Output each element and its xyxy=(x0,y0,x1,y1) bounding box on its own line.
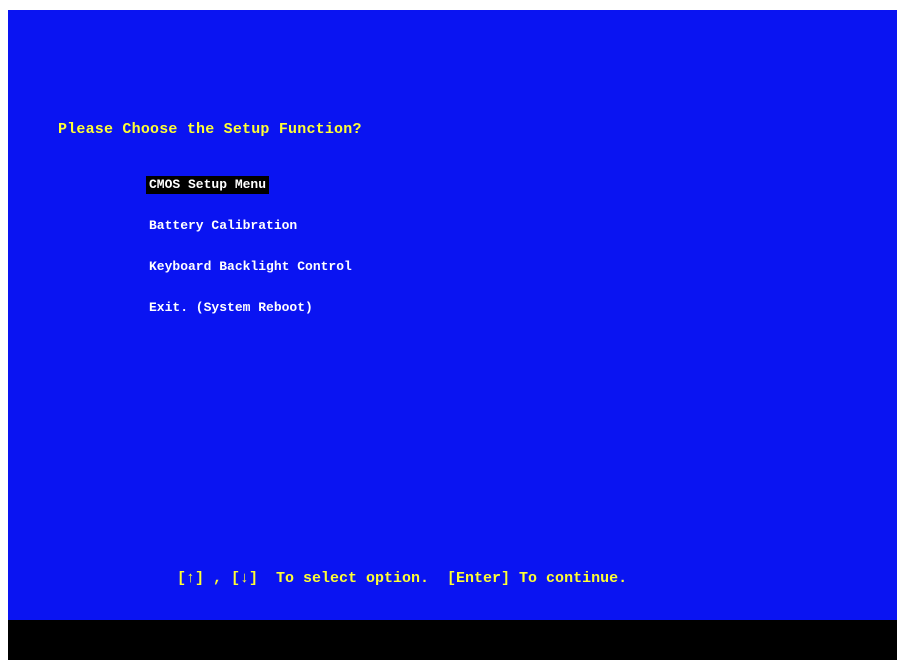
menu-item-cmos-setup[interactable]: CMOS Setup Menu xyxy=(146,176,270,194)
menu-item-keyboard-backlight[interactable]: Keyboard Backlight Control xyxy=(146,258,355,276)
top-border xyxy=(0,0,897,10)
navigation-hint: [↑] , [↓] To select option. [Enter] To c… xyxy=(177,570,628,587)
page-title: Please Choose the Setup Function? xyxy=(58,121,362,138)
menu-item-battery-calibration[interactable]: Battery Calibration xyxy=(146,217,300,235)
bottom-black-bar xyxy=(8,620,897,660)
bios-setup-screen: Please Choose the Setup Function? CMOS S… xyxy=(8,10,897,620)
menu-item-exit-reboot[interactable]: Exit. (System Reboot) xyxy=(146,299,316,317)
setup-function-menu: CMOS Setup Menu Battery Calibration Keyb… xyxy=(146,176,355,340)
left-border xyxy=(0,10,8,660)
